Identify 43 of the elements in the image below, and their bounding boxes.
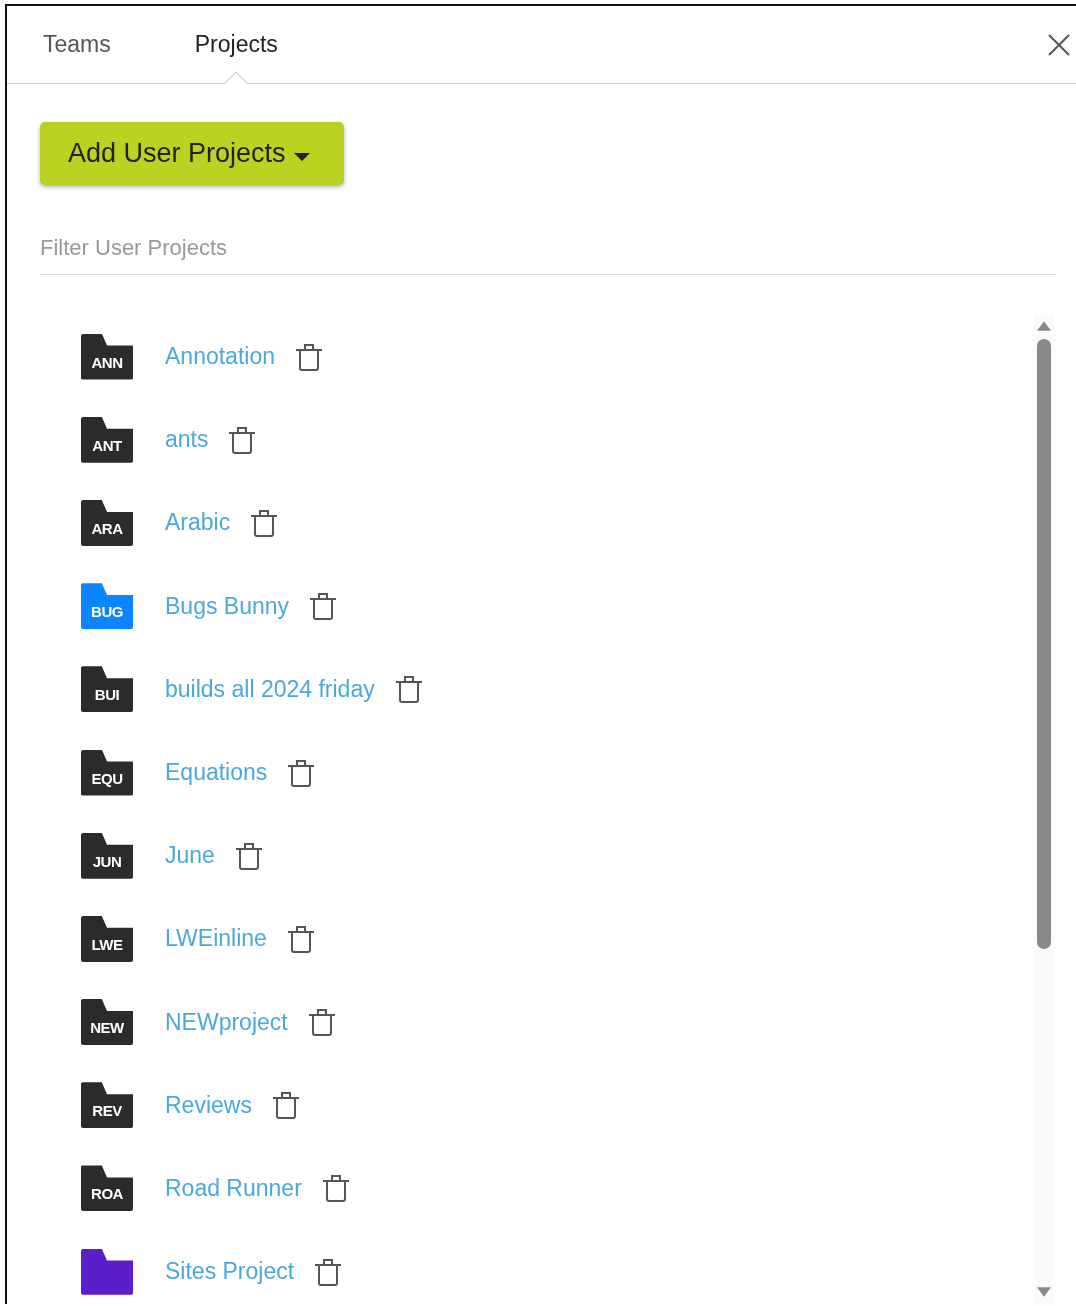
trash-icon[interactable] — [309, 592, 338, 621]
folder-badge: BUI — [81, 666, 133, 713]
add-user-projects-button[interactable]: Add User Projects — [40, 122, 344, 185]
trash-icon[interactable] — [234, 841, 263, 870]
project-link[interactable]: Road Runner — [165, 1174, 302, 1202]
project-link[interactable]: Annotation — [165, 343, 275, 371]
trash-icon[interactable] — [295, 342, 323, 371]
folder-badge: JUN — [81, 832, 133, 879]
project-link[interactable]: June — [165, 842, 215, 870]
trash-icon[interactable] — [307, 1008, 336, 1037]
trash-icon[interactable] — [228, 425, 257, 454]
trash-icon[interactable] — [286, 924, 315, 953]
project-link[interactable]: LWEinline — [165, 925, 267, 953]
folder-badge: ANN — [81, 333, 133, 380]
project-link[interactable]: Arabic — [165, 509, 231, 537]
trash-icon[interactable] — [321, 1174, 350, 1203]
caret-icon — [293, 152, 310, 161]
folder-badge: REV — [81, 1082, 133, 1129]
project-link[interactable]: ants — [165, 426, 209, 454]
project-link[interactable]: Reviews — [165, 1091, 252, 1119]
trash-icon[interactable] — [394, 675, 423, 704]
trash-icon[interactable] — [314, 1257, 343, 1286]
folder-badge: NEW — [81, 999, 133, 1046]
project-link[interactable]: Bugs Bunny — [165, 592, 290, 620]
project-link[interactable]: Equations — [165, 759, 268, 787]
folder-badge: LWE — [81, 915, 133, 962]
project-link[interactable]: Sites Project — [165, 1258, 295, 1286]
project-link[interactable]: NEWproject — [165, 1008, 288, 1036]
scroll-up-icon[interactable] — [1037, 321, 1051, 331]
close-icon[interactable] — [1048, 33, 1070, 56]
folder-badge: ARA — [81, 499, 133, 546]
trash-icon[interactable] — [250, 508, 279, 537]
tab[interactable]: Teams — [43, 6, 111, 83]
tab[interactable]: Projects — [194, 6, 278, 83]
scrollbar[interactable] — [1034, 315, 1054, 1305]
folder-badge: ROA — [81, 1165, 133, 1212]
folder-badge: EQU — [81, 749, 133, 796]
scroll-down-icon[interactable] — [1037, 1287, 1051, 1297]
folder-badge: BUG — [81, 583, 133, 630]
trash-icon[interactable] — [271, 1091, 300, 1120]
folder-badge: ANT — [81, 416, 133, 463]
project-link[interactable]: builds all 2024 friday — [165, 675, 375, 703]
trash-icon[interactable] — [287, 758, 316, 787]
